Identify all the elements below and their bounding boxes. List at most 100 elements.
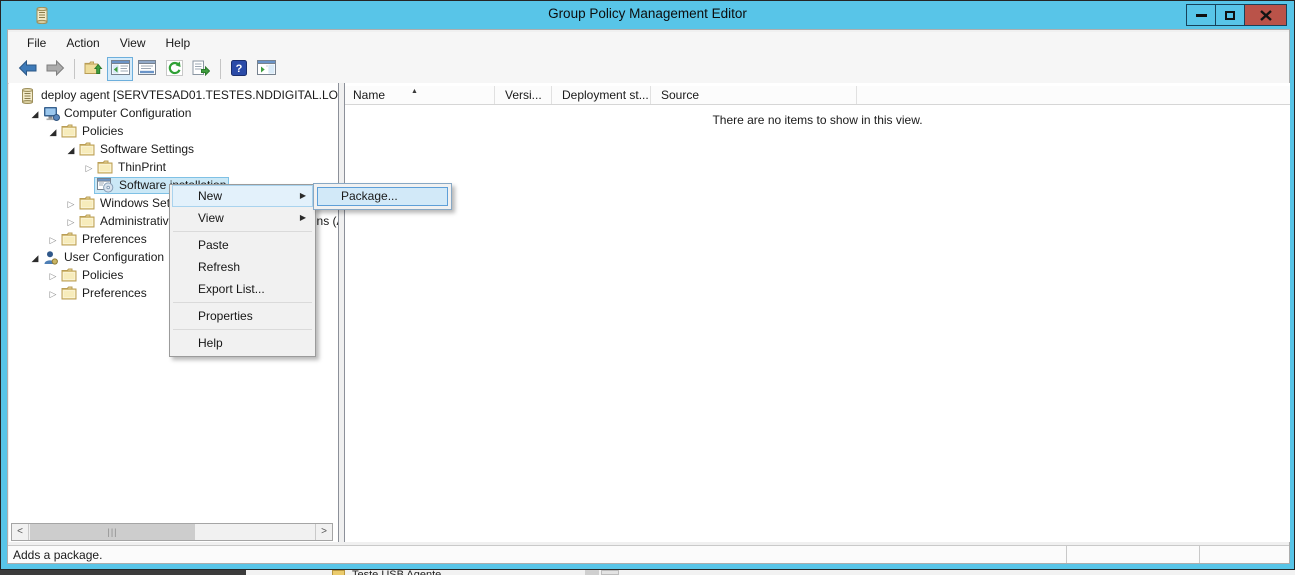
tree-item-label: Policies — [82, 267, 123, 284]
status-divider — [1066, 546, 1067, 563]
show-console-tree-button[interactable] — [107, 57, 133, 81]
gpme-window: Group Policy Management Editor FileActio… — [0, 0, 1295, 570]
maximize-button[interactable] — [1215, 4, 1245, 26]
folder-icon — [332, 570, 345, 575]
collapse-arrow-icon[interactable]: ◢ — [29, 106, 41, 123]
menu-action[interactable]: Action — [56, 33, 109, 54]
column-header-deployment-st[interactable]: Deployment st... — [556, 86, 651, 104]
window-controls — [1187, 4, 1287, 26]
toolbar-separator — [74, 59, 75, 79]
empty-list-message: There are no items to show in this view. — [345, 113, 1290, 127]
tree-item-label: Software Settings — [100, 141, 194, 158]
tree-item-software-settings[interactable]: ◢ Software Settings — [9, 141, 338, 159]
minimize-button[interactable] — [1186, 4, 1216, 26]
help-button[interactable]: ? — [226, 57, 252, 81]
expand-arrow-icon[interactable]: ▷ — [65, 214, 77, 231]
folder-icon — [61, 286, 77, 305]
forward-arrow-button[interactable] — [42, 57, 68, 81]
menu-separator — [173, 329, 312, 330]
scroll-right-arrow[interactable]: > — [315, 524, 332, 540]
export-list-button[interactable] — [188, 57, 214, 81]
show-console-tree-icon — [111, 60, 130, 78]
menu-item-label: Properties — [198, 309, 253, 323]
collapse-arrow-icon[interactable]: ◢ — [47, 124, 59, 141]
submenu-arrow-icon: ▶ — [300, 207, 306, 229]
collapse-arrow-icon[interactable]: ◢ — [65, 142, 77, 159]
status-text: Adds a package. — [13, 547, 102, 563]
context-menu-item-export-list[interactable]: Export List... — [172, 278, 313, 300]
tree-item-label: ThinPrint — [118, 159, 166, 176]
expand-arrow-icon[interactable]: ▷ — [47, 232, 59, 249]
context-menu: New▶ View ▶ Paste Refresh Export List... Prope… — [169, 184, 316, 357]
list-view-header: Name▲ Versi...Deployment st...Source — [345, 86, 1290, 105]
close-icon — [1260, 10, 1272, 21]
column-header-name[interactable]: Name — [347, 86, 495, 104]
tree-item-thinprint[interactable]: ▷ ThinPrint — [9, 159, 338, 177]
refresh-button[interactable] — [161, 57, 187, 81]
show-action-pane-button[interactable] — [253, 57, 279, 81]
underlying-window-fragment: Teste USB Agente — [246, 570, 1295, 575]
tree-item-policies[interactable]: ◢ Policies — [9, 123, 338, 141]
software-installation-icon — [97, 178, 114, 193]
context-menu-item-paste[interactable]: Paste — [172, 234, 313, 256]
menu-file[interactable]: File — [17, 33, 56, 54]
back-arrow-button[interactable] — [15, 57, 41, 81]
list-view-pane[interactable]: Name▲ Versi...Deployment st...Source Ther… — [344, 83, 1290, 542]
status-divider — [1199, 546, 1200, 563]
refresh-icon — [166, 60, 183, 79]
menu-item-label: Refresh — [198, 260, 240, 274]
show-action-pane-icon — [257, 60, 276, 78]
back-arrow-icon — [18, 60, 38, 79]
scrollbar-grip-icon: ||| — [107, 528, 117, 536]
expand-arrow-icon[interactable]: ▷ — [47, 286, 59, 303]
submenu-arrow-icon: ▶ — [300, 185, 306, 207]
scroll-left-arrow[interactable]: < — [12, 524, 29, 540]
context-menu-item-help[interactable]: Help — [172, 332, 313, 354]
properties-window-icon — [138, 60, 156, 78]
context-menu-item-refresh[interactable]: Refresh — [172, 256, 313, 278]
tree-horizontal-scrollbar[interactable]: < ||| > — [11, 523, 333, 541]
up-one-level-icon — [84, 60, 103, 79]
up-one-level-button[interactable] — [80, 57, 106, 81]
menu-item-label: View — [198, 211, 224, 225]
properties-window-button[interactable] — [134, 57, 160, 81]
menu-separator — [173, 231, 312, 232]
context-menu-item-view[interactable]: View ▶ — [172, 207, 313, 229]
menu-help[interactable]: Help — [156, 33, 201, 54]
window-title: Group Policy Management Editor — [1, 6, 1294, 21]
expand-arrow-icon[interactable]: ▷ — [65, 196, 77, 213]
expand-arrow-icon[interactable]: ▷ — [47, 268, 59, 285]
submenu-item-package[interactable]: Package... — [317, 187, 448, 206]
context-menu-item-new[interactable]: New▶ — [172, 185, 313, 207]
tree-item-label: Preferences — [82, 285, 147, 302]
context-submenu: Package... — [313, 183, 452, 210]
svg-text:?: ? — [236, 63, 243, 75]
column-header-versi[interactable]: Versi... — [499, 86, 552, 104]
close-button[interactable] — [1244, 4, 1287, 26]
status-bar: Adds a package. — [8, 545, 1289, 563]
tree-item-deploy-agent-servtesad01-teste[interactable]: deploy agent [SERVTESAD01.TESTES.NDDIGIT… — [9, 87, 338, 105]
forward-arrow-icon — [45, 60, 65, 79]
underlying-scrollbar-fragment — [601, 570, 619, 575]
column-header-source[interactable]: Source — [655, 86, 857, 104]
tree-item-label: Policies — [82, 123, 123, 140]
sort-ascending-icon: ▲ — [411, 88, 418, 95]
tree-item-label: User Configuration — [64, 249, 164, 266]
menu-view[interactable]: View — [110, 33, 156, 54]
tree-item-computer-configuration[interactable]: ◢Computer Configuration — [9, 105, 338, 123]
help-icon: ? — [231, 60, 247, 79]
menu-item-label: Paste — [198, 238, 229, 252]
scrollbar-thumb[interactable]: ||| — [30, 524, 195, 540]
title-bar[interactable]: Group Policy Management Editor — [1, 1, 1294, 29]
tree-item-label: deploy agent [SERVTESAD01.TESTES.NDDIGIT… — [41, 87, 339, 104]
screen: Teste USB Agente Group Policy Management… — [0, 0, 1295, 575]
maximize-icon — [1225, 11, 1235, 20]
expand-arrow-icon[interactable]: ▷ — [83, 160, 95, 177]
toolbar: ? — [8, 55, 1289, 84]
menu-item-label: Export List... — [198, 282, 265, 296]
collapse-arrow-icon[interactable]: ◢ — [29, 250, 41, 267]
tree-item-label: Preferences — [82, 231, 147, 248]
toolbar-separator — [220, 59, 221, 79]
menu-item-label: Help — [198, 336, 223, 350]
context-menu-item-properties[interactable]: Properties — [172, 305, 313, 327]
